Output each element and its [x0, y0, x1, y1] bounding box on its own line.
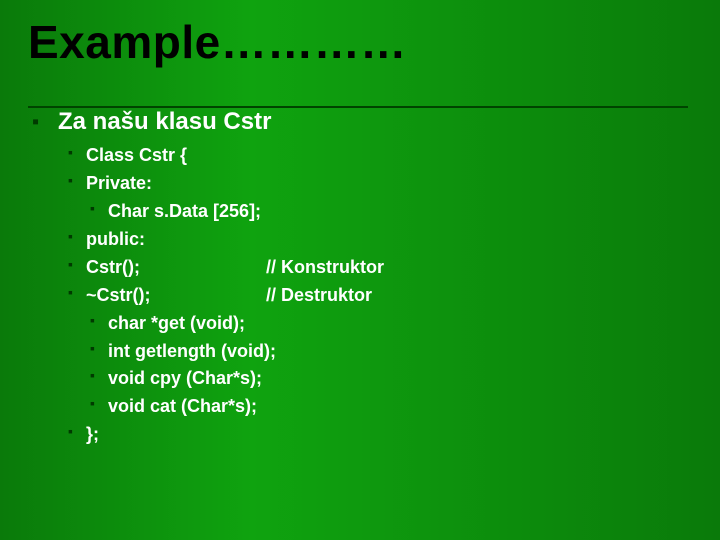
- line-getlength: int getlength (void);: [108, 338, 692, 366]
- heading-text: Za našu klasu Cstr: [58, 108, 271, 135]
- line-cpy: void cpy (Char*s);: [108, 365, 692, 393]
- line-private: Private: Char s.Data [256];: [86, 170, 692, 226]
- heading-item: Za našu klasu Cstr Class Cstr { Private:…: [54, 108, 692, 449]
- private-label: Private:: [86, 173, 152, 193]
- line-class-close: };: [86, 421, 692, 449]
- line-cat: void cat (Char*s);: [108, 393, 692, 421]
- ctor-comment: // Konstruktor: [266, 257, 384, 277]
- content-block: Za našu klasu Cstr Class Cstr { Private:…: [28, 108, 692, 449]
- slide-title: Example…………: [28, 18, 692, 72]
- line-char-sdata: Char s.Data [256];: [108, 198, 692, 226]
- line-public: public:: [86, 226, 692, 254]
- ctor-call: Cstr();: [86, 254, 266, 282]
- line-dtor: ~Cstr();// Destruktor char *get (void); …: [86, 282, 692, 421]
- dtor-call: ~Cstr();: [86, 282, 266, 310]
- line-ctor: Cstr();// Konstruktor: [86, 254, 692, 282]
- line-get: char *get (void);: [108, 310, 692, 338]
- dtor-comment: // Destruktor: [266, 285, 372, 305]
- line-class-open: Class Cstr {: [86, 142, 692, 170]
- slide: Example………… Za našu klasu Cstr Class Cst…: [0, 0, 720, 540]
